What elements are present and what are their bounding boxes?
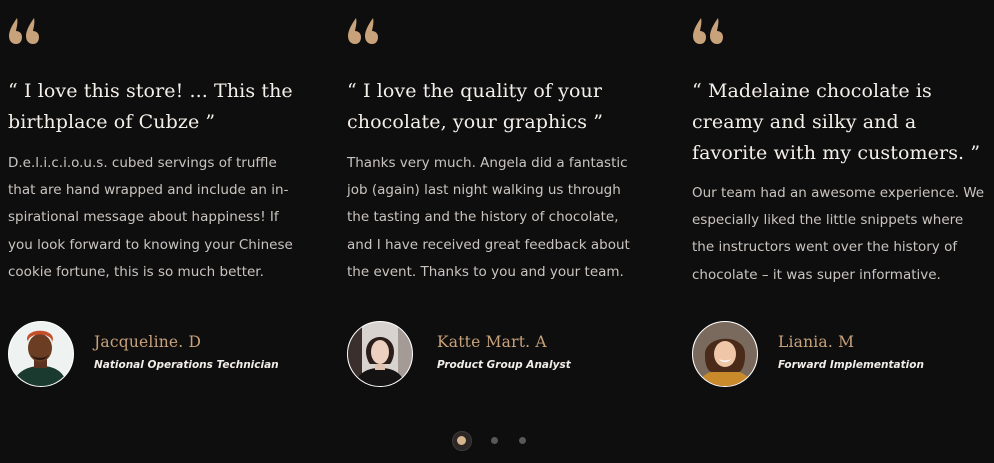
testimonial-author: Jacqueline. D National Operations Techni… bbox=[8, 321, 308, 387]
quote-icon bbox=[347, 16, 381, 46]
testimonial-author: Liania. M Forward Implementation bbox=[692, 321, 992, 387]
pagination-dot-2[interactable] bbox=[491, 437, 498, 444]
testimonial-headline: “ Madelaine chocolate is creamy and silk… bbox=[692, 80, 981, 164]
testimonial-headline: “ I love the quality of your chocolate, … bbox=[347, 80, 604, 133]
testimonial-body: Our team had an awesome experience. We e… bbox=[692, 185, 985, 283]
quote-icon bbox=[8, 16, 42, 46]
author-name: Liania. M bbox=[778, 333, 855, 351]
author-name: Jacqueline. D bbox=[94, 333, 202, 351]
carousel-pagination bbox=[450, 431, 540, 451]
author-name: Katte Mart. A bbox=[437, 333, 547, 351]
testimonial-body: D.e.l.i.c.i.o.u.s. cubed servings of tru… bbox=[8, 155, 293, 280]
pagination-dot-3[interactable] bbox=[519, 437, 526, 444]
quote-icon bbox=[692, 16, 726, 46]
avatar bbox=[8, 321, 74, 387]
avatar bbox=[347, 321, 413, 387]
testimonial-body: Thanks very much. Angela did a fantastic… bbox=[347, 155, 630, 280]
author-role: Forward Implementation bbox=[778, 359, 924, 371]
pagination-dot-1[interactable] bbox=[452, 431, 472, 451]
author-role: Product Group Analyst bbox=[437, 359, 571, 371]
author-role: National Operations Technician bbox=[94, 359, 279, 371]
avatar bbox=[692, 321, 758, 387]
testimonial-headline: “ I love this store! ... This the birthp… bbox=[8, 80, 293, 133]
testimonial-card-2: “ I love the quality of your chocolate, … bbox=[347, 0, 637, 400]
testimonial-card-3: “ Madelaine chocolate is creamy and silk… bbox=[692, 0, 992, 400]
testimonial-card-1: “ I love this store! ... This the birthp… bbox=[8, 0, 308, 400]
testimonial-author: Katte Mart. A Product Group Analyst bbox=[347, 321, 647, 387]
